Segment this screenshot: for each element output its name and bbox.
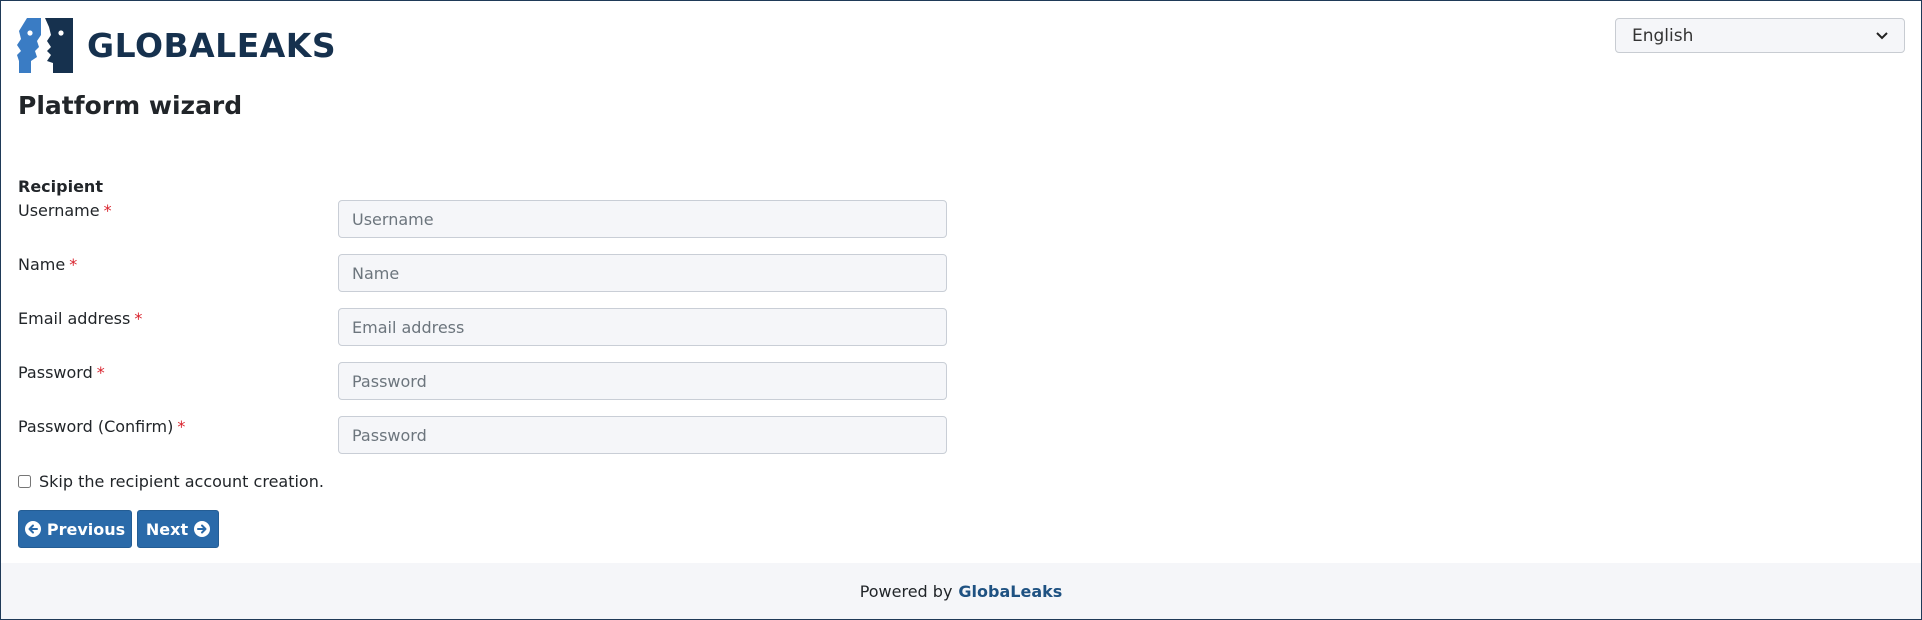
- globaleaks-link[interactable]: GlobaLeaks: [958, 582, 1062, 601]
- password-input[interactable]: [338, 362, 947, 400]
- username-label: Username *: [18, 201, 112, 220]
- email-input[interactable]: [338, 308, 947, 346]
- username-label-text: Username: [18, 201, 100, 220]
- name-label-text: Name: [18, 255, 66, 274]
- required-marker: *: [134, 309, 143, 328]
- page-title: Platform wizard: [18, 91, 243, 120]
- arrow-circle-right-icon: [194, 521, 211, 537]
- required-marker: *: [103, 201, 112, 220]
- required-marker: *: [69, 255, 78, 274]
- required-marker: *: [96, 363, 105, 382]
- skip-recipient-checkbox[interactable]: [18, 475, 31, 488]
- skip-recipient-row[interactable]: Skip the recipient account creation.: [18, 472, 324, 491]
- email-label-text: Email address: [18, 309, 131, 328]
- skip-recipient-label: Skip the recipient account creation.: [39, 472, 324, 491]
- required-marker: *: [177, 417, 186, 436]
- name-input[interactable]: [338, 254, 947, 292]
- language-select-value: English: [1632, 25, 1694, 46]
- next-button-label: Next: [145, 519, 189, 539]
- email-label: Email address *: [18, 309, 142, 328]
- chevron-down-icon: [1876, 29, 1888, 43]
- arrow-circle-left-icon: [24, 521, 41, 537]
- name-label: Name *: [18, 255, 77, 274]
- previous-button-label: Previous: [46, 519, 126, 539]
- brand-name: GLOBALEAKS: [87, 26, 337, 65]
- footer: Powered by GlobaLeaks: [1, 563, 1921, 619]
- language-select[interactable]: English: [1615, 18, 1905, 53]
- powered-by-text: Powered by: [859, 581, 953, 601]
- password-confirm-label: Password (Confirm) *: [18, 417, 185, 436]
- globaleaks-logo[interactable]: GLOBALEAKS: [17, 17, 336, 74]
- password-label: Password *: [18, 363, 105, 382]
- next-button[interactable]: Next: [137, 510, 219, 548]
- app-frame: GLOBALEAKS English Platform wizard Recip…: [0, 0, 1922, 620]
- password-confirm-input[interactable]: [338, 416, 947, 454]
- password-label-text: Password: [18, 363, 93, 382]
- username-input[interactable]: [338, 200, 947, 238]
- globaleaks-faces-icon: [17, 18, 73, 73]
- password-confirm-label-text: Password (Confirm): [18, 417, 174, 436]
- section-title: Recipient: [18, 177, 103, 196]
- previous-button[interactable]: Previous: [18, 510, 132, 548]
